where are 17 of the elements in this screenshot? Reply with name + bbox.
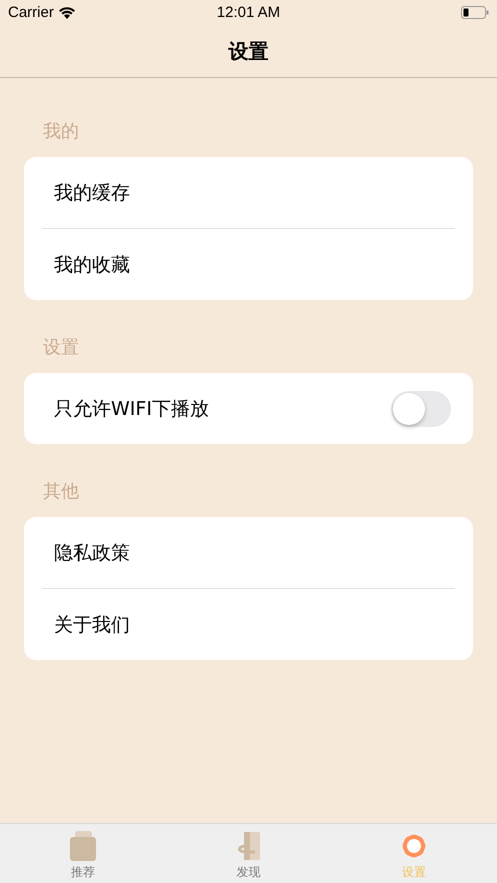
section-header: 设置: [43, 336, 80, 360]
menu-item[interactable]: 关于我们: [54, 612, 130, 638]
battery-icon: [460, 6, 489, 19]
menu-item[interactable]: 隐私政策: [54, 540, 130, 566]
section-header: 其他: [43, 480, 80, 504]
toggle-switch[interactable]: [391, 390, 451, 426]
menu-item[interactable]: 我的缓存: [54, 180, 130, 206]
wifi-icon: [58, 6, 76, 19]
cards-icon: [68, 830, 97, 862]
tab-item[interactable]: 发现: [166, 824, 332, 883]
page-title: 设置: [228, 38, 268, 64]
tab-item[interactable]: 推荐: [0, 824, 166, 883]
menu-item[interactable]: 我的收藏: [54, 252, 130, 278]
setting-label: 只允许WIFI下播放: [54, 396, 209, 422]
clock-time: 12:01 AM: [216, 4, 280, 21]
carrier-label: Carrier: [8, 4, 54, 21]
section-header: 我的: [43, 120, 80, 144]
